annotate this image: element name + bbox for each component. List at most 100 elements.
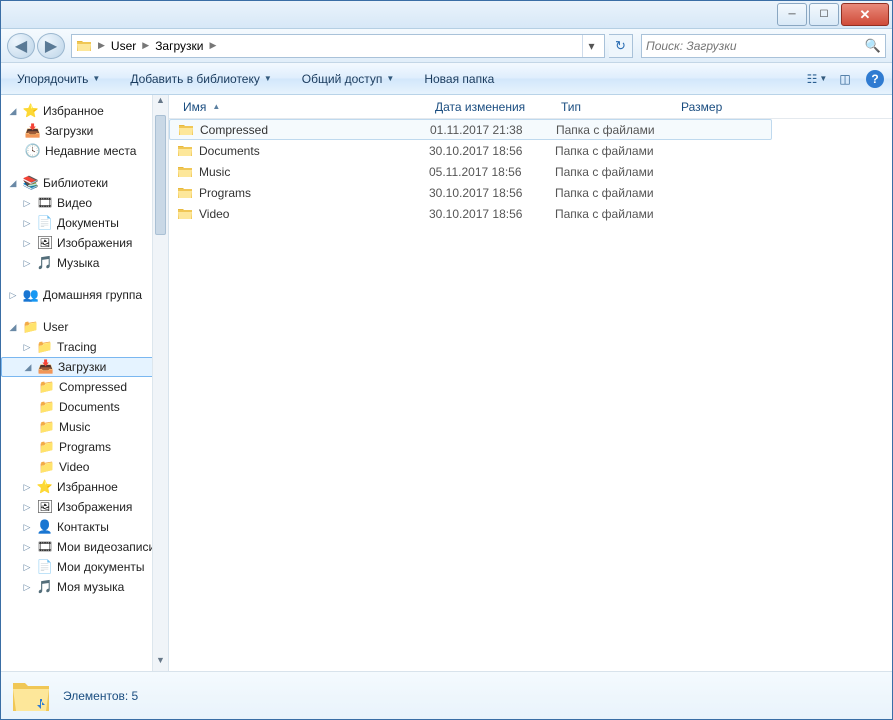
collapse-icon[interactable]: ◢ [7,106,19,117]
help-button[interactable]: ? [866,70,884,88]
tree-item-downloads-selected[interactable]: ◢📥Загрузки [1,357,154,377]
file-name: Compressed [200,123,268,137]
forward-button[interactable]: ▶ [37,33,65,59]
chevron-right-icon[interactable]: ▶ [140,40,151,51]
preview-pane-button[interactable]: ◫ [832,68,858,90]
tree-item-pictures[interactable]: ▷🖼Изображения [1,497,168,517]
tree-item-documents[interactable]: ▷📄Документы [1,213,168,233]
column-label: Тип [561,100,581,114]
scrollbar-thumb[interactable] [155,115,166,235]
close-button[interactable]: ✕ [841,3,889,26]
tree-item[interactable]: 📁Music [1,417,168,437]
tree-item-myvideos[interactable]: ▷🎞Мои видеозаписи [1,537,168,557]
tree-item[interactable]: 📁Compressed [1,377,168,397]
libraries-group[interactable]: ◢📚Библиотеки [1,173,168,193]
column-type[interactable]: Тип [555,100,675,114]
preview-pane-icon: ◫ [839,72,850,86]
share-button[interactable]: Общий доступ▼ [294,68,403,90]
breadcrumb-segment[interactable]: User [107,39,140,53]
add-library-label: Добавить в библиотеку [130,72,260,86]
organize-button[interactable]: Упорядочить▼ [9,68,108,90]
tree-label: Загрузки [45,124,93,138]
tree-item-recent[interactable]: 🕓Недавние места [1,141,168,161]
user-folder[interactable]: ◢📁User [1,317,168,337]
expand-icon[interactable]: ▷ [21,198,33,209]
expand-icon[interactable]: ▷ [21,482,33,493]
breadcrumb[interactable]: ▶ User ▶ Загрузки ▶ ▾ [71,34,605,58]
tree-item[interactable]: 📁Documents [1,397,168,417]
tree-item-favorites[interactable]: ▷⭐Избранное [1,477,168,497]
chevron-right-icon[interactable]: ▶ [96,40,107,51]
arrow-left-icon: ◀ [15,36,27,56]
search-box[interactable]: 🔍 [641,34,886,58]
expand-icon[interactable]: ▷ [21,562,33,573]
tree-item-videos[interactable]: ▷🎞Видео [1,193,168,213]
expand-icon[interactable]: ▷ [21,342,33,353]
new-folder-button[interactable]: Новая папка [416,68,502,90]
view-options-button[interactable]: ☷▼ [804,68,830,90]
file-date: 30.10.2017 18:56 [429,207,555,221]
folder-icon: 📁 [37,339,53,355]
pictures-icon: 🖼 [37,499,53,515]
view-icon: ☷ [807,72,818,86]
back-button[interactable]: ◀ [7,33,35,59]
tree-item-pictures[interactable]: ▷🖼Изображения [1,233,168,253]
tree-label: Мои видеозаписи [57,540,155,554]
homegroup[interactable]: ▷👥Домашняя группа [1,285,168,305]
expand-icon[interactable]: ▷ [21,258,33,269]
expand-icon[interactable]: ▷ [21,502,33,513]
file-row[interactable]: Music05.11.2017 18:56Папка с файлами [169,161,892,182]
add-to-library-button[interactable]: Добавить в библиотеку▼ [122,68,279,90]
expand-icon[interactable]: ▷ [21,542,33,553]
tree-item[interactable]: 📁Video [1,457,168,477]
file-row[interactable]: Video30.10.2017 18:56Папка с файлами [169,203,892,224]
folder-icon [177,185,193,201]
expand-icon[interactable]: ▷ [21,238,33,249]
scroll-up-icon[interactable]: ▲ [153,95,168,111]
file-row[interactable]: Programs30.10.2017 18:56Папка с файлами [169,182,892,203]
search-icon[interactable]: 🔍 [865,38,881,54]
file-date: 30.10.2017 18:56 [429,144,555,158]
expand-icon[interactable]: ▷ [21,218,33,229]
tree-item[interactable]: 📁Programs [1,437,168,457]
chevron-down-icon: ▼ [386,74,394,83]
tree-item-mydocs[interactable]: ▷📄Мои документы [1,557,168,577]
expand-icon[interactable]: ▷ [21,522,33,533]
maximize-button[interactable]: ☐ [809,3,839,26]
expand-icon[interactable]: ▷ [7,290,19,301]
collapse-icon[interactable]: ◢ [22,362,34,373]
music-icon: 🎵 [37,255,53,271]
folder-icon [178,122,194,138]
breadcrumb-segment[interactable]: Загрузки [151,39,207,53]
breadcrumb-dropdown[interactable]: ▾ [582,35,600,57]
column-name[interactable]: Имя▲ [177,100,429,114]
tree-item-contacts[interactable]: ▷👤Контакты [1,517,168,537]
file-row[interactable]: Documents30.10.2017 18:56Папка с файлами [169,140,892,161]
tree-item-downloads[interactable]: 📥 Загрузки [1,121,168,141]
tree-item-mymusic[interactable]: ▷🎵Моя музыка [1,577,168,597]
sidebar-scrollbar[interactable]: ▲ ▼ [152,95,168,671]
refresh-button[interactable]: ↻ [609,34,633,58]
collapse-icon[interactable]: ◢ [7,322,19,333]
tree-item-music[interactable]: ▷🎵Музыка [1,253,168,273]
file-type: Папка с файлами [556,123,676,137]
folder-icon [76,38,92,54]
folder-icon: 📁 [39,399,55,415]
column-size[interactable]: Размер [675,100,755,114]
sort-asc-icon: ▲ [212,102,220,111]
favorites-group[interactable]: ◢⭐Избранное [1,101,168,121]
file-row[interactable]: Compressed01.11.2017 21:38Папка с файлам… [169,119,772,140]
chevron-right-icon[interactable]: ▶ [207,40,218,51]
video-icon: 🎞 [37,195,53,211]
minimize-button[interactable]: ─ [777,3,807,26]
tree-item-tracing[interactable]: ▷📁Tracing [1,337,168,357]
tree-label: Compressed [59,380,127,394]
downloads-icon: 📥 [25,123,41,139]
scroll-down-icon[interactable]: ▼ [153,655,168,671]
search-input[interactable] [646,39,865,53]
column-date[interactable]: Дата изменения [429,100,555,114]
expand-icon[interactable]: ▷ [21,582,33,593]
file-date: 05.11.2017 18:56 [429,165,555,179]
star-icon: ⭐ [23,103,39,119]
collapse-icon[interactable]: ◢ [7,178,19,189]
